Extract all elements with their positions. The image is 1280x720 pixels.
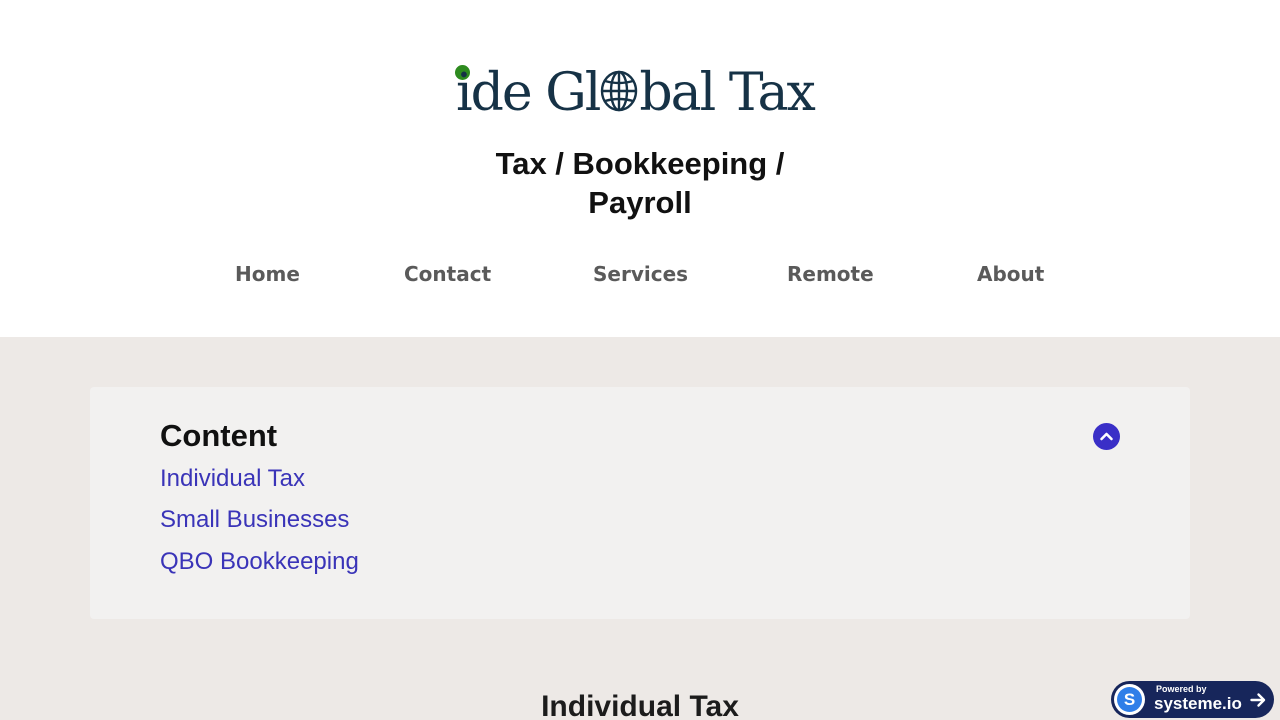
toc-link-qbo-bookkeeping[interactable]: QBO Bookkeeping — [160, 547, 359, 577]
main-nav: Home Contact Services Remote About — [0, 259, 1280, 289]
powered-by-badge[interactable]: S Powered by systeme.io — [1111, 681, 1274, 718]
nav-home[interactable]: Home — [235, 259, 300, 289]
nav-services[interactable]: Services — [593, 259, 688, 289]
systeme-logo-letter: S — [1117, 687, 1142, 712]
systeme-logo: S — [1114, 684, 1145, 715]
site-tagline: Tax / Bookkeeping / Payroll — [495, 146, 785, 220]
site-logo[interactable]: ide Gl bal Tax — [455, 62, 827, 124]
nav-about[interactable]: About — [977, 259, 1044, 289]
site-header: ide Gl bal Tax Tax / Bookkeeping / Payro… — [0, 0, 1280, 337]
chevron-up-icon — [1100, 432, 1113, 441]
nav-contact[interactable]: Contact — [404, 259, 491, 289]
logo-wordmark: ide Gl bal Tax — [456, 63, 816, 123]
toc-collapse-button[interactable] — [1093, 423, 1120, 450]
arrow-right-icon — [1250, 693, 1266, 707]
toc-link-small-businesses[interactable]: Small Businesses — [160, 505, 349, 535]
table-of-contents: Content Individual Tax Small Businesses … — [90, 387, 1190, 619]
section-heading-individual-tax: Individual Tax — [541, 690, 739, 720]
nav-remote[interactable]: Remote — [787, 259, 874, 289]
toc-link-individual-tax[interactable]: Individual Tax — [160, 464, 305, 494]
toc-title: Content — [160, 418, 278, 453]
globe-icon — [601, 70, 638, 112]
badge-brand: systeme.io — [1154, 694, 1242, 713]
